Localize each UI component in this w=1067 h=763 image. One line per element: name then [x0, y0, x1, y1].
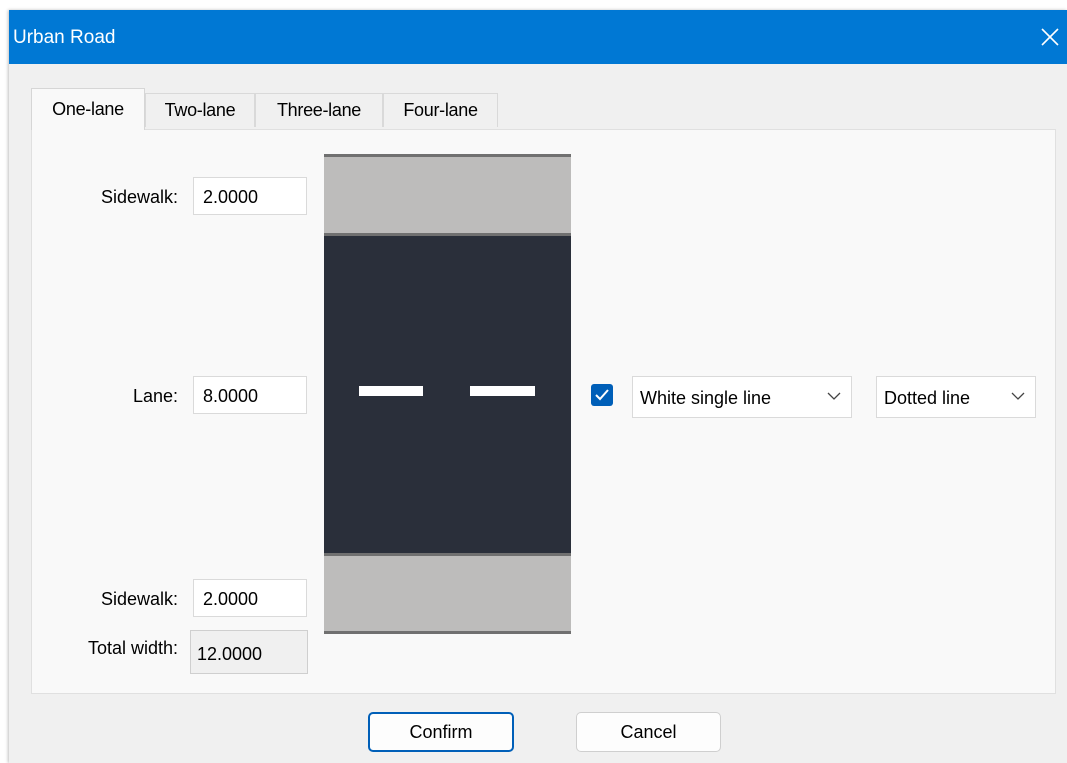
title-bar: Urban Road [9, 10, 1067, 64]
lane-width-input[interactable]: 8.0000 [193, 376, 307, 414]
tab-label: Four-lane [403, 100, 478, 120]
chevron-down-icon [827, 392, 841, 400]
road-preview [324, 154, 571, 634]
checkmark-icon [595, 389, 609, 401]
lane-marking-checkbox[interactable] [591, 384, 613, 406]
tab-four-lane[interactable]: Four-lane [383, 93, 498, 127]
tab-three-lane[interactable]: Three-lane [255, 93, 383, 127]
lane-block [324, 236, 571, 553]
lane-label: Lane: [132, 386, 178, 406]
close-icon[interactable] [1037, 24, 1063, 50]
tab-label: One-lane [52, 99, 124, 119]
confirm-button[interactable]: Confirm [368, 712, 514, 752]
sidewalk-top-block [324, 157, 571, 233]
sidewalk-bottom-block [324, 556, 571, 631]
line-style-value: Dotted line [884, 388, 971, 408]
sidewalk-bottom-label: Sidewalk: [100, 589, 178, 609]
tab-label: Three-lane [276, 100, 362, 120]
total-width-value: 12.0000 [190, 630, 308, 674]
line-style-select[interactable]: Dotted line [876, 376, 1036, 418]
lane-dash [359, 386, 423, 396]
sidewalk-top-label: Sidewalk: [100, 187, 178, 207]
road-edge-bottom [324, 631, 571, 634]
line-color-select[interactable]: White single line [632, 376, 852, 418]
lane-dash [470, 386, 535, 396]
chevron-down-icon [1011, 392, 1025, 400]
line-color-value: White single line [640, 388, 772, 408]
sidewalk-top-input[interactable]: 2.0000 [193, 177, 307, 215]
tab-two-lane[interactable]: Two-lane [145, 93, 255, 127]
sidewalk-bottom-input[interactable]: 2.0000 [193, 579, 307, 617]
tab-label: Two-lane [164, 100, 236, 120]
total-width-label: Total width: [87, 638, 178, 658]
window-title: Urban Road [13, 27, 116, 48]
tab-one-lane[interactable]: One-lane [31, 88, 145, 130]
cancel-button[interactable]: Cancel [576, 712, 721, 752]
